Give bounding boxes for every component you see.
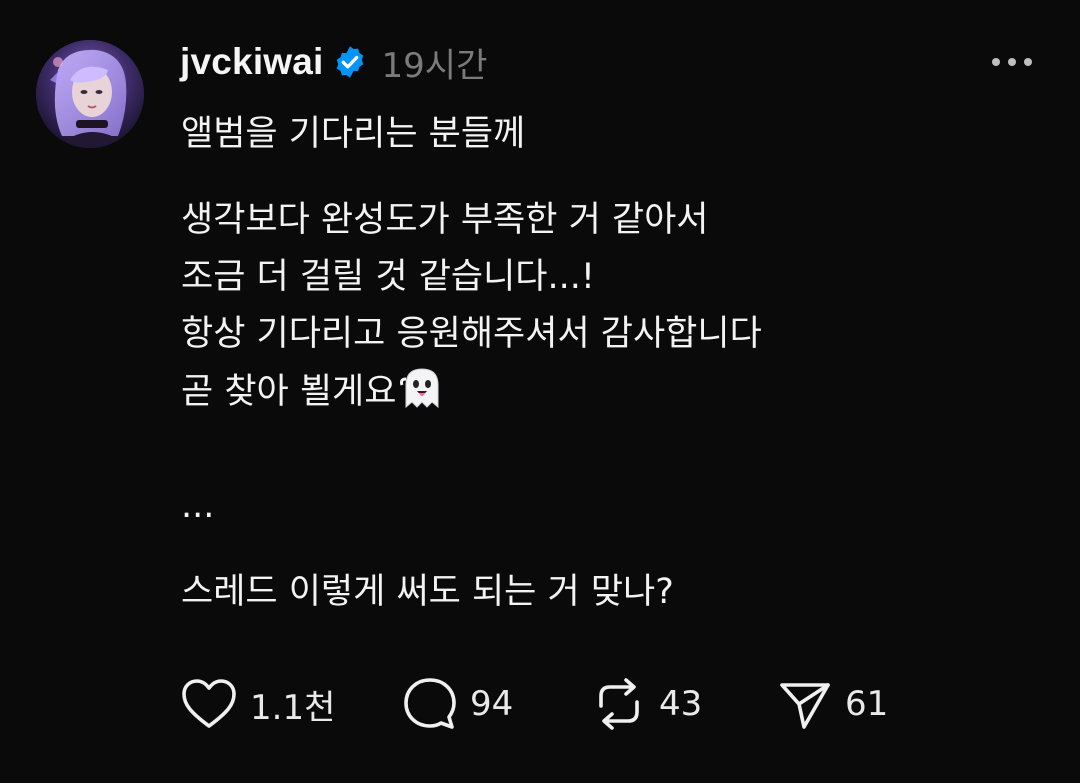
post-text-line: 생각보다 완성도가 부족한 거 같아서	[181, 200, 709, 240]
post-timestamp: 19시간	[381, 45, 488, 86]
comment-button[interactable]: 94	[402, 676, 513, 732]
post-text-line: ...	[181, 486, 215, 526]
action-bar: 1.1천 94 43 61	[180, 676, 980, 732]
repost-icon	[591, 676, 647, 732]
post-body: 앨범을 기다리는 분들께 생각보다 완성도가 부족한 거 같아서 조금 더 걸릴…	[181, 106, 1041, 621]
comment-bubble-icon	[402, 676, 458, 732]
ghost-emoji-icon	[398, 363, 446, 411]
verified-badge-icon	[332, 44, 368, 80]
post-text-line: 항상 기다리고 응원해주셔서 감사합니다	[181, 314, 762, 354]
heart-icon	[180, 678, 238, 730]
repost-count: 43	[659, 684, 703, 724]
avatar[interactable]	[36, 40, 144, 148]
send-icon	[777, 676, 833, 732]
like-button[interactable]: 1.1천	[180, 676, 335, 732]
post-text-line: 스레드 이렇게 써도 되는 거 맞나?	[181, 572, 674, 612]
username[interactable]: jvckiwai	[180, 41, 324, 83]
post-text-line-with-emoji: 곧 찾아 뵐게요	[181, 363, 1041, 420]
post-text: 곧 찾아 뵐게요	[181, 372, 397, 412]
post-text-line: 앨범을 기다리는 분들께	[181, 114, 526, 154]
avatar-image	[36, 40, 144, 148]
post-header: jvckiwai 19시간	[180, 38, 487, 86]
share-count: 61	[845, 684, 889, 724]
share-button[interactable]: 61	[777, 676, 888, 732]
thread-post: jvckiwai 19시간 앨범을 기다리는 분들께 생각보다 완성도가 부족한…	[0, 0, 1080, 783]
post-text-line: 조금 더 걸릴 것 같습니다...!	[181, 257, 595, 297]
more-horizontal-icon[interactable]	[988, 48, 1036, 76]
comment-count: 94	[470, 684, 514, 724]
like-count: 1.1천	[250, 687, 336, 728]
repost-button[interactable]: 43	[591, 676, 702, 732]
